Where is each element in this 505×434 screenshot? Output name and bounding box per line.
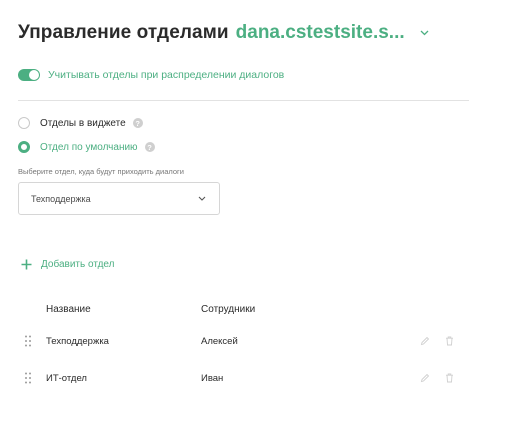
column-header-name: Название — [46, 304, 91, 315]
radio-departments-in-widget[interactable]: Отделы в виджете ? — [18, 117, 143, 129]
department-staff: Иван — [201, 372, 224, 384]
radio-label[interactable]: Отдел по умолчанию — [40, 142, 138, 153]
add-department-label: Добавить отдел — [41, 258, 115, 270]
default-department-label: Выберите отдел, куда будут приходить диа… — [18, 167, 184, 176]
divider — [18, 100, 469, 101]
chevron-down-icon[interactable] — [419, 27, 431, 39]
drag-handle-icon[interactable] — [23, 371, 33, 385]
toggle-knob — [29, 70, 39, 80]
question-icon[interactable]: ? — [144, 142, 155, 152]
radio-button-checked[interactable] — [18, 141, 30, 153]
radio-default-department[interactable]: Отдел по умолчанию ? — [18, 141, 155, 153]
question-icon[interactable]: ? — [132, 118, 143, 128]
department-name: ИТ-отдел — [46, 372, 87, 384]
distribution-toggle-label[interactable]: Учитывать отделы при распределении диало… — [48, 69, 284, 81]
add-department-button[interactable]: Добавить отдел — [20, 258, 114, 270]
pencil-icon[interactable] — [419, 373, 430, 384]
distribution-toggle[interactable] — [18, 69, 40, 81]
column-header-staff: Сотрудники — [201, 304, 256, 315]
page-title: Управление отделами — [18, 22, 229, 43]
trash-icon[interactable] — [444, 373, 455, 384]
department-staff: Алексей — [201, 335, 238, 347]
site-selector[interactable]: dana.cstestsite.s... — [236, 22, 405, 44]
distribution-toggle-row: Учитывать отделы при распределении диало… — [18, 69, 284, 81]
chevron-down-icon — [197, 194, 207, 204]
department-name: Техподдержка — [46, 335, 109, 347]
radio-label[interactable]: Отделы в виджете — [40, 118, 126, 129]
drag-handle-icon[interactable] — [23, 334, 33, 348]
plus-icon — [20, 258, 32, 270]
default-department-value: Техподдержка — [31, 193, 91, 204]
table-row: Техподдержка Алексей — [18, 331, 470, 351]
table-row: ИТ-отдел Иван — [18, 368, 470, 388]
default-department-select[interactable]: Техподдержка — [18, 182, 220, 215]
page-header: Управление отделами dana.cstestsite.s... — [18, 22, 431, 44]
pencil-icon[interactable] — [419, 336, 430, 347]
radio-button[interactable] — [18, 117, 30, 129]
trash-icon[interactable] — [444, 336, 455, 347]
